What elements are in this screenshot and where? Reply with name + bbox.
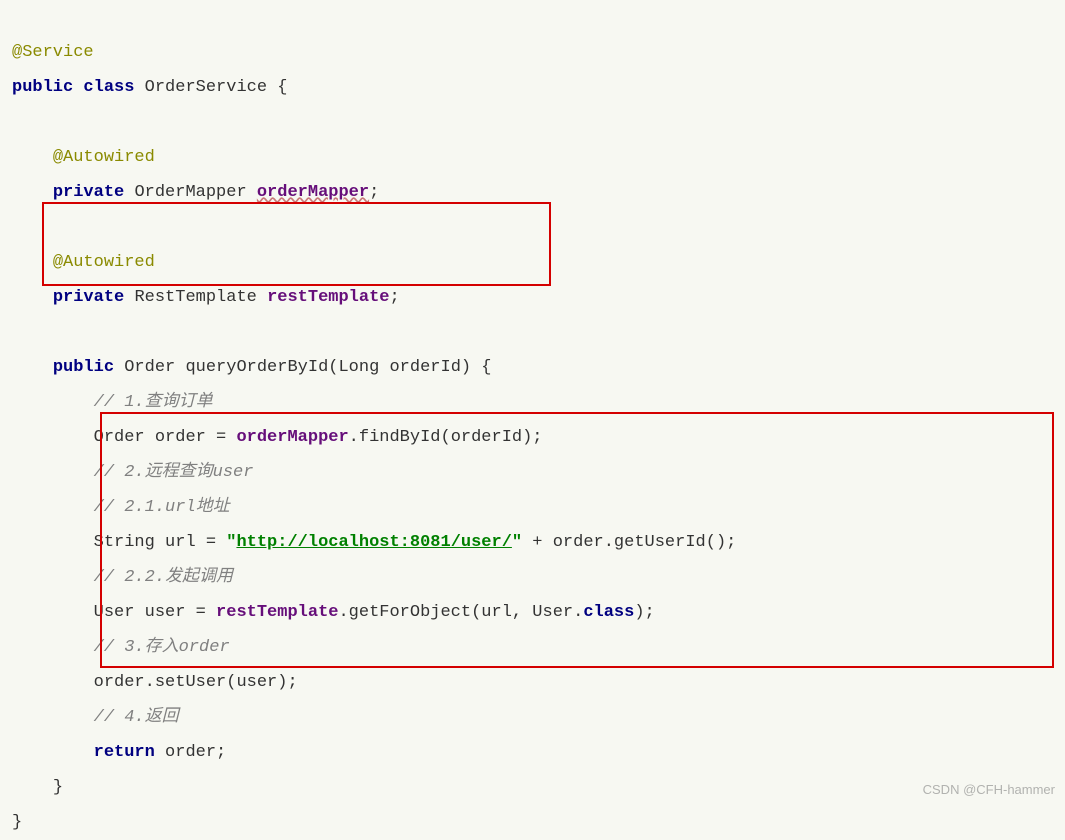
kw-public-2: public xyxy=(53,358,114,377)
brace-close-class: } xyxy=(12,813,22,832)
semi: ; xyxy=(389,288,399,307)
stmt-url-b: + order.getUserId(); xyxy=(522,533,736,552)
kw-private-1: private xyxy=(53,183,124,202)
stmt-user-c: ); xyxy=(634,603,654,622)
type-ordermapper: OrderMapper xyxy=(134,183,246,202)
comment-3: // 3.存入order xyxy=(94,638,230,657)
stmt-setuser: order.setUser(user); xyxy=(94,673,298,692)
annotation-service: @Service xyxy=(12,43,94,62)
str-q1: " xyxy=(226,533,236,552)
kw-public: public xyxy=(12,78,73,97)
field-ordermapper: orderMapper xyxy=(257,183,369,202)
comment-2: // 2.远程查询user xyxy=(94,463,254,482)
comment-1: // 1.查询订单 xyxy=(94,393,213,412)
class-name: OrderService { xyxy=(145,78,288,97)
stmt-url-a: String url = xyxy=(94,533,227,552)
type-resttemplate: RestTemplate xyxy=(134,288,256,307)
comment-4: // 4.返回 xyxy=(94,708,179,727)
stmt-user-b: .getForObject(url, User. xyxy=(338,603,583,622)
stmt-user-a: User user = xyxy=(94,603,216,622)
kw-class: class xyxy=(83,78,134,97)
annotation-autowired-1: @Autowired xyxy=(53,148,155,167)
brace-close-method: } xyxy=(53,778,63,797)
str-url: http://localhost:8081/user/ xyxy=(236,533,511,552)
comment-2-2: // 2.2.发起调用 xyxy=(94,568,233,587)
ref-resttemplate: restTemplate xyxy=(216,603,338,622)
stmt-return: order; xyxy=(155,743,226,762)
kw-return: return xyxy=(94,743,155,762)
kw-private-2: private xyxy=(53,288,124,307)
comment-2-1: // 2.1.url地址 xyxy=(94,498,230,517)
stmt-order-decl-a: Order order = xyxy=(94,428,237,447)
annotation-autowired-2: @Autowired xyxy=(53,253,155,272)
ref-ordermapper: orderMapper xyxy=(236,428,348,447)
stmt-order-decl-b: .findById(orderId); xyxy=(349,428,543,447)
str-q2: " xyxy=(512,533,522,552)
watermark: CSDN @CFH-hammer xyxy=(923,783,1055,796)
code-block: @Service public class OrderService { @Au… xyxy=(0,0,1065,840)
semi: ; xyxy=(369,183,379,202)
kw-class-lit: class xyxy=(583,603,634,622)
field-resttemplate: restTemplate xyxy=(267,288,389,307)
method-sig: Order queryOrderById(Long orderId) { xyxy=(124,358,491,377)
